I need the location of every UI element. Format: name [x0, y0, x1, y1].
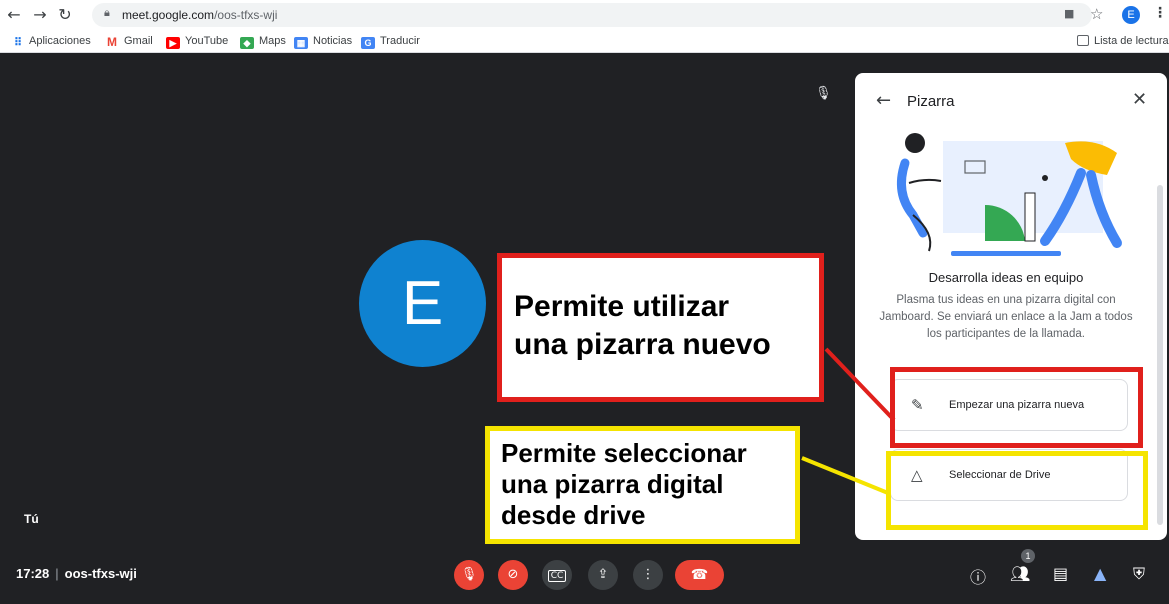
back-arrow-icon[interactable]: ← [4, 5, 24, 25]
captions-icon: CC [547, 570, 567, 582]
present-button[interactable]: ⇪ [588, 560, 618, 590]
youtube-icon: ▶ [166, 37, 180, 49]
section-description: Plasma tus ideas en una pizarra digital … [879, 294, 1133, 340]
reading-list[interactable]: Lista de lectura [1077, 35, 1169, 47]
chat-icon[interactable]: ▤ [1053, 564, 1068, 583]
camera-icon[interactable]: ■ [1064, 7, 1074, 20]
news-icon: ▦ [294, 37, 308, 49]
annotation-line: Permite utilizar [514, 290, 730, 323]
section-heading: Desarrolla ideas en equipo [928, 270, 1084, 285]
bookmark-gmail[interactable]: M Gmail [105, 35, 153, 48]
browser-toolbar: ← → ↻ 🔒︎ meet.google.com/oos-tfxs-wji ■ … [0, 0, 1169, 31]
bookmark-translate[interactable]: G Traducir [361, 35, 420, 49]
host-controls-icon[interactable]: ⛨ [1133, 564, 1145, 584]
self-name-label: Tú [24, 512, 39, 526]
mic-off-button[interactable]: 🎙︎ [454, 560, 484, 590]
bookmark-label: Gmail [124, 35, 153, 47]
people-icon[interactable]: 👥︎ [1010, 564, 1030, 583]
bookmark-label: YouTube [185, 35, 229, 47]
participant-avatar: E [359, 240, 486, 367]
back-arrow-icon[interactable]: ← [876, 90, 891, 111]
bookmark-label: Noticias [313, 35, 353, 47]
meeting-time: 17:28 [16, 566, 50, 581]
annotation-line: Permite seleccionar [501, 438, 747, 468]
bookmark-youtube[interactable]: ▶ YouTube [166, 35, 228, 49]
annotation-new-whiteboard: Permite utilizar una pizarra nuevo [497, 253, 824, 402]
annotation-line: una pizarra digital [501, 469, 724, 499]
mic-off-icon: 🎙︎ [815, 86, 832, 101]
highlight-frame-yellow [886, 451, 1148, 530]
lock-icon[interactable]: 🔒︎ [104, 6, 110, 20]
reading-list-icon [1077, 35, 1089, 46]
bookmark-label: Maps [259, 35, 286, 47]
participants-badge: 1 [1021, 549, 1035, 563]
gmail-icon: M [107, 35, 117, 49]
bookmark-apps[interactable]: ⠿ Aplicaciones [12, 35, 91, 49]
panel-scrollbar[interactable] [1157, 185, 1163, 525]
bookmark-label: Traducir [380, 35, 420, 47]
close-icon[interactable]: ✕ [1132, 89, 1147, 110]
bookmark-maps[interactable]: ◆ Maps [240, 35, 286, 49]
whiteboard-illustration [896, 133, 1122, 256]
bookmark-star-icon[interactable]: ☆ [1090, 5, 1103, 23]
end-call-button[interactable]: ☎ [675, 560, 724, 590]
mic-off-icon: 🎙︎ [460, 567, 478, 582]
url-path: /oos-tfxs-wji [214, 8, 278, 22]
bookmark-label: Aplicaciones [29, 35, 91, 47]
more-options-button[interactable]: ⋮ [633, 560, 663, 590]
annotation-drive-whiteboard: Permite seleccionar una pizarra digital … [485, 426, 800, 544]
more-vert-icon: ⋮ [641, 567, 655, 582]
highlight-frame-red [890, 367, 1143, 448]
reload-icon[interactable]: ↻ [55, 5, 75, 25]
bookmark-news[interactable]: ▦ Noticias [294, 35, 352, 49]
camera-off-icon: ⊘ [507, 567, 519, 582]
forward-arrow-icon[interactable]: → [30, 5, 50, 25]
translate-icon: G [361, 37, 375, 49]
meeting-code: oos-tfxs-wji [64, 566, 137, 581]
kebab-menu-icon[interactable]: ⋮ [1153, 5, 1167, 21]
camera-off-button[interactable]: ⊘ [498, 560, 528, 590]
annotation-line: una pizarra nuevo [514, 328, 771, 361]
profile-avatar[interactable]: E [1122, 6, 1140, 24]
apps-grid-icon: ⠿ [13, 37, 23, 49]
meeting-separator: | [55, 566, 59, 581]
bookmarks-bar: ⠿ Aplicaciones M Gmail ▶ YouTube ◆ Maps ▦ Not… [0, 31, 1169, 53]
annotation-line: desde drive [501, 500, 646, 530]
url-host: meet.google.com [122, 8, 215, 22]
meeting-info: 17:28 | oos-tfxs-wji [16, 566, 137, 581]
hang-up-icon: ☎ [690, 567, 709, 583]
captions-button[interactable]: CC [542, 560, 572, 590]
panel-title: Pizarra [907, 93, 955, 110]
present-icon: ⇪ [597, 567, 609, 582]
maps-icon: ◆ [240, 37, 254, 49]
reading-list-label: Lista de lectura [1094, 35, 1169, 47]
meeting-details-icon[interactable]: ⓘ [970, 564, 986, 588]
url-text[interactable]: meet.google.com/oos-tfxs-wji [122, 8, 277, 22]
activities-icon[interactable]: ▲ [1094, 564, 1106, 583]
